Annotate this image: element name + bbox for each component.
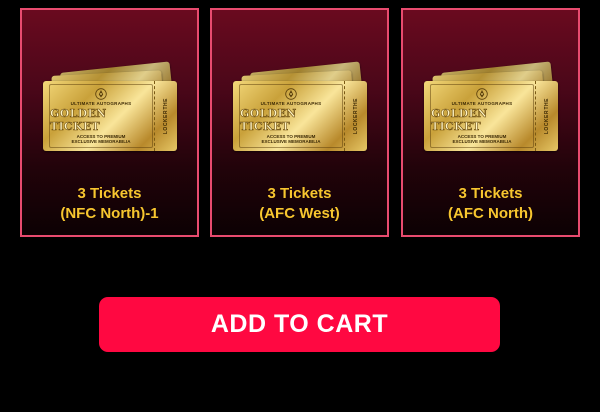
pen-nib-emblem-icon (476, 87, 488, 100)
golden-ticket-image: ULTIMATE AUTOGRAPHS GOLDEN TICKET ACCESS… (420, 61, 560, 159)
product-title: 3 Tickets (NFC North)-1 (22, 184, 197, 224)
product-quantity: 3 Tickets (77, 185, 142, 202)
pen-nib-emblem-icon (285, 87, 297, 100)
product-division: (AFC North) (448, 205, 533, 222)
product-division: (AFC West) (259, 205, 340, 222)
ticket-headline: GOLDEN TICKET (50, 106, 107, 133)
ticket-stub-text: LOCKER (543, 109, 550, 134)
ticket-subtext-line: EXCLUSIVE MEMORABILIA (261, 139, 321, 144)
product-card[interactable]: ULTIMATE AUTOGRAPHS GOLDEN TICKET ACCESS… (210, 8, 389, 237)
ticket-stub-text: LOCKER (352, 109, 359, 134)
ticket-stub: THE LOCKER (344, 81, 367, 151)
ticket-stub-top: THE (162, 98, 169, 110)
pen-nib-emblem-icon (95, 87, 107, 100)
product-quantity: 3 Tickets (458, 185, 523, 202)
ticket-brand-text: ULTIMATE AUTOGRAPHS (451, 100, 513, 106)
ticket-stub-top: THE (352, 98, 359, 110)
ticket-brand-text: ULTIMATE AUTOGRAPHS (260, 100, 322, 106)
ticket-stub: THE LOCKER (154, 81, 177, 151)
ticket-subtext-line: EXCLUSIVE MEMORABILIA (71, 139, 131, 144)
ticket-stub-text: LOCKER (162, 109, 169, 134)
ticket-headline: GOLDEN TICKET (431, 106, 488, 133)
ticket-headline: GOLDEN TICKET (240, 106, 297, 133)
ticket-subtext-line: EXCLUSIVE MEMORABILIA (452, 139, 512, 144)
add-to-cart-button[interactable]: ADD TO CART (99, 297, 500, 352)
product-quantity: 3 Tickets (267, 185, 332, 202)
product-card[interactable]: ULTIMATE AUTOGRAPHS GOLDEN TICKET ACCESS… (20, 8, 199, 237)
product-card[interactable]: ULTIMATE AUTOGRAPHS GOLDEN TICKET ACCESS… (401, 8, 580, 237)
product-card-list: ULTIMATE AUTOGRAPHS GOLDEN TICKET ACCESS… (20, 8, 582, 237)
ticket-subtext: ACCESS TO PREMIUM EXCLUSIVE MEMORABILIA (452, 134, 511, 145)
product-title: 3 Tickets (AFC North) (403, 184, 578, 224)
ticket-stub: THE LOCKER (535, 81, 558, 151)
golden-ticket-image: ULTIMATE AUTOGRAPHS GOLDEN TICKET ACCESS… (39, 61, 179, 159)
ticket-subtext: ACCESS TO PREMIUM EXCLUSIVE MEMORABILIA (261, 134, 320, 145)
product-division: (NFC North)-1 (60, 205, 159, 222)
golden-ticket-image: ULTIMATE AUTOGRAPHS GOLDEN TICKET ACCESS… (229, 61, 369, 159)
product-title: 3 Tickets (AFC West) (212, 184, 387, 224)
ticket-stub-top: THE (543, 98, 550, 110)
ticket-brand-text: ULTIMATE AUTOGRAPHS (70, 100, 132, 106)
ticket-subtext: ACCESS TO PREMIUM EXCLUSIVE MEMORABILIA (71, 134, 130, 145)
